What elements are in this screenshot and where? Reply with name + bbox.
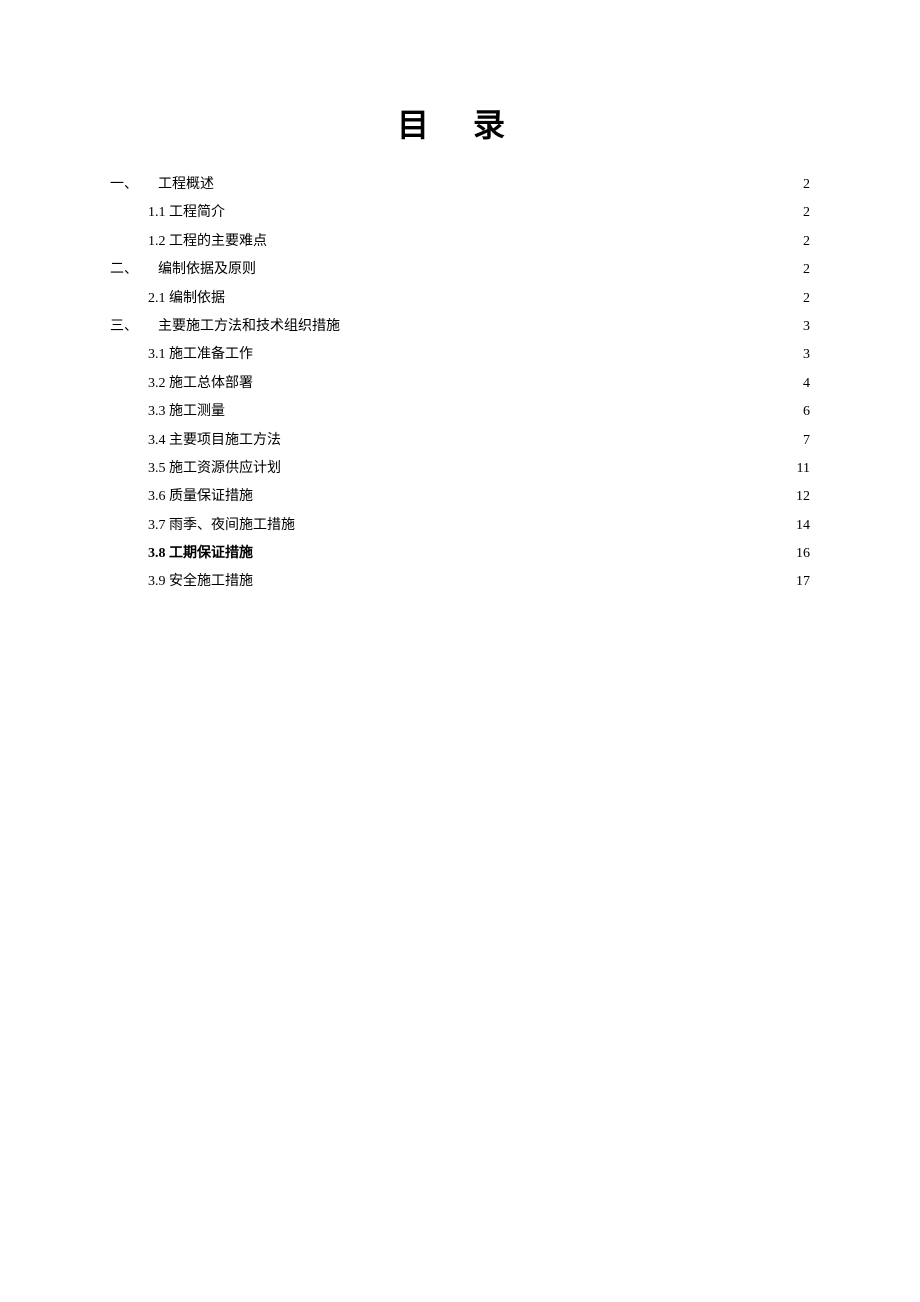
toc-page-number: 4 [803, 373, 810, 395]
toc-label: 1.1 工程简介 [148, 202, 225, 224]
toc-page-number: 2 [803, 288, 810, 310]
toc-page-number: 2 [803, 174, 810, 196]
toc-label: 3.1 施工准备工作 [148, 344, 253, 366]
toc-page-number: 14 [796, 515, 810, 537]
toc-page-number: 3 [803, 344, 810, 366]
toc-label: 编制依据及原则 [158, 259, 256, 281]
toc-entry: 1.1 工程简介 2 [110, 202, 810, 224]
toc-entry: 一、工程概述 2 [110, 174, 810, 196]
toc-ordinal: 三、 [110, 316, 138, 338]
toc-page-number: 2 [803, 231, 810, 253]
toc-entry: 3.6 质量保证措施 12 [110, 486, 810, 508]
toc-label: 3.6 质量保证措施 [148, 486, 253, 508]
toc-label: 3.7 雨季、夜间施工措施 [148, 515, 295, 537]
toc-entry: 1.2 工程的主要难点 2 [110, 231, 810, 253]
toc-page-number: 2 [803, 259, 810, 281]
toc-page-number: 3 [803, 316, 810, 338]
toc-label: 主要施工方法和技术组织措施 [158, 316, 340, 338]
toc-label: 1.2 工程的主要难点 [148, 231, 267, 253]
toc-page-number: 2 [803, 202, 810, 224]
toc-label: 3.3 施工测量 [148, 401, 225, 423]
toc-entry: 3.2 施工总体部署 4 [110, 373, 810, 395]
toc-page-number: 7 [803, 430, 810, 452]
toc-entry: 3.5 施工资源供应计划 11 [110, 458, 810, 480]
toc-entry: 3.7 雨季、夜间施工措施 14 [110, 515, 810, 537]
toc-entry: 3.8 工期保证措施 16 [110, 543, 810, 565]
toc-label: 3.9 安全施工措施 [148, 571, 253, 593]
toc-entry: 三、主要施工方法和技术组织措施 3 [110, 316, 810, 338]
toc-label: 3.4 主要项目施工方法 [148, 430, 281, 452]
toc-page-number: 11 [797, 458, 810, 480]
toc-entry: 3.9 安全施工措施 17 [110, 571, 810, 593]
toc-entry: 二、编制依据及原则 2 [110, 259, 810, 281]
toc-page-number: 12 [796, 486, 810, 508]
toc-page-number: 6 [803, 401, 810, 423]
toc-page-number: 17 [796, 571, 810, 593]
toc-entry: 2.1 编制依据 2 [110, 288, 810, 310]
toc-label: 3.5 施工资源供应计划 [148, 458, 281, 480]
table-of-contents: 一、工程概述21.1 工程简介21.2 工程的主要难点2二、编制依据及原则22.… [110, 174, 810, 594]
toc-entry: 3.4 主要项目施工方法 7 [110, 430, 810, 452]
toc-ordinal: 二、 [110, 259, 138, 281]
toc-entry: 3.3 施工测量 6 [110, 401, 810, 423]
toc-label: 3.8 工期保证措施 [148, 543, 253, 565]
toc-page-number: 16 [796, 543, 810, 565]
toc-label: 3.2 施工总体部署 [148, 373, 253, 395]
toc-ordinal: 一、 [110, 174, 138, 196]
toc-label: 2.1 编制依据 [148, 288, 225, 310]
toc-label: 工程概述 [158, 174, 214, 196]
toc-entry: 3.1 施工准备工作 3 [110, 344, 810, 366]
page-title: 目 录 [110, 100, 810, 146]
